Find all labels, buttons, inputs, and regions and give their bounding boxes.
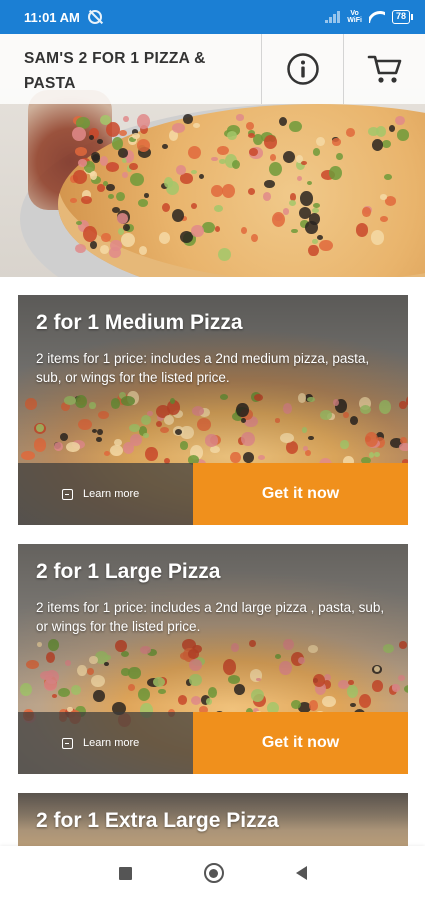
learn-more-button[interactable]: Learn more xyxy=(18,463,193,525)
deal-title: 2 for 1 Medium Pizza xyxy=(36,311,243,334)
deal-title: 2 for 1 Extra Large Pizza xyxy=(36,809,279,832)
deal-description: 2 items for 1 price: includes a 2nd larg… xyxy=(36,600,385,634)
learn-more-button[interactable]: Learn more xyxy=(18,712,193,774)
battery-level: 78 xyxy=(391,10,410,24)
home-icon[interactable] xyxy=(203,863,224,883)
battery-icon: 78 xyxy=(391,10,413,24)
status-bar: 11:01 AM Vo WiFi 78 xyxy=(0,0,425,34)
status-icons: Vo WiFi 78 xyxy=(325,10,413,24)
deal-actions: Learn more Get it now xyxy=(18,712,408,774)
document-icon xyxy=(62,737,73,749)
status-time: 11:01 AM xyxy=(24,9,80,25)
info-button[interactable] xyxy=(261,34,343,104)
app-title: SAM'S 2 FOR 1 PIZZA & PASTA xyxy=(24,50,206,92)
vowifi-icon: Vo WiFi xyxy=(347,10,362,24)
cart-icon xyxy=(367,55,401,83)
learn-more-label: Learn more xyxy=(83,488,140,500)
signal-icon xyxy=(325,11,341,23)
recents-icon[interactable] xyxy=(118,866,132,880)
deal-title: 2 for 1 Large Pizza xyxy=(36,560,221,583)
app-header: SAM'S 2 FOR 1 PIZZA & PASTA xyxy=(0,34,425,104)
system-nav-bar xyxy=(0,846,425,900)
back-icon[interactable] xyxy=(295,866,307,880)
deal-card-extra-large[interactable]: 2 for 1 Extra Large Pizza xyxy=(18,793,408,846)
document-icon xyxy=(62,488,73,500)
get-it-now-button[interactable]: Get it now xyxy=(193,712,408,774)
cart-button[interactable] xyxy=(343,34,425,104)
info-icon xyxy=(286,53,319,85)
wifi-icon xyxy=(369,11,385,23)
deal-card-large[interactable]: 2 for 1 Large Pizza 2 items for 1 price:… xyxy=(18,544,408,774)
learn-more-label: Learn more xyxy=(83,737,140,749)
alarm-off-icon xyxy=(87,10,102,24)
deal-actions: Learn more Get it now xyxy=(18,463,408,525)
deal-card-medium[interactable]: 2 for 1 Medium Pizza 2 items for 1 price… xyxy=(18,295,408,525)
deal-description: 2 items for 1 price: includes a 2nd medi… xyxy=(36,351,370,385)
get-it-now-button[interactable]: Get it now xyxy=(193,463,408,525)
